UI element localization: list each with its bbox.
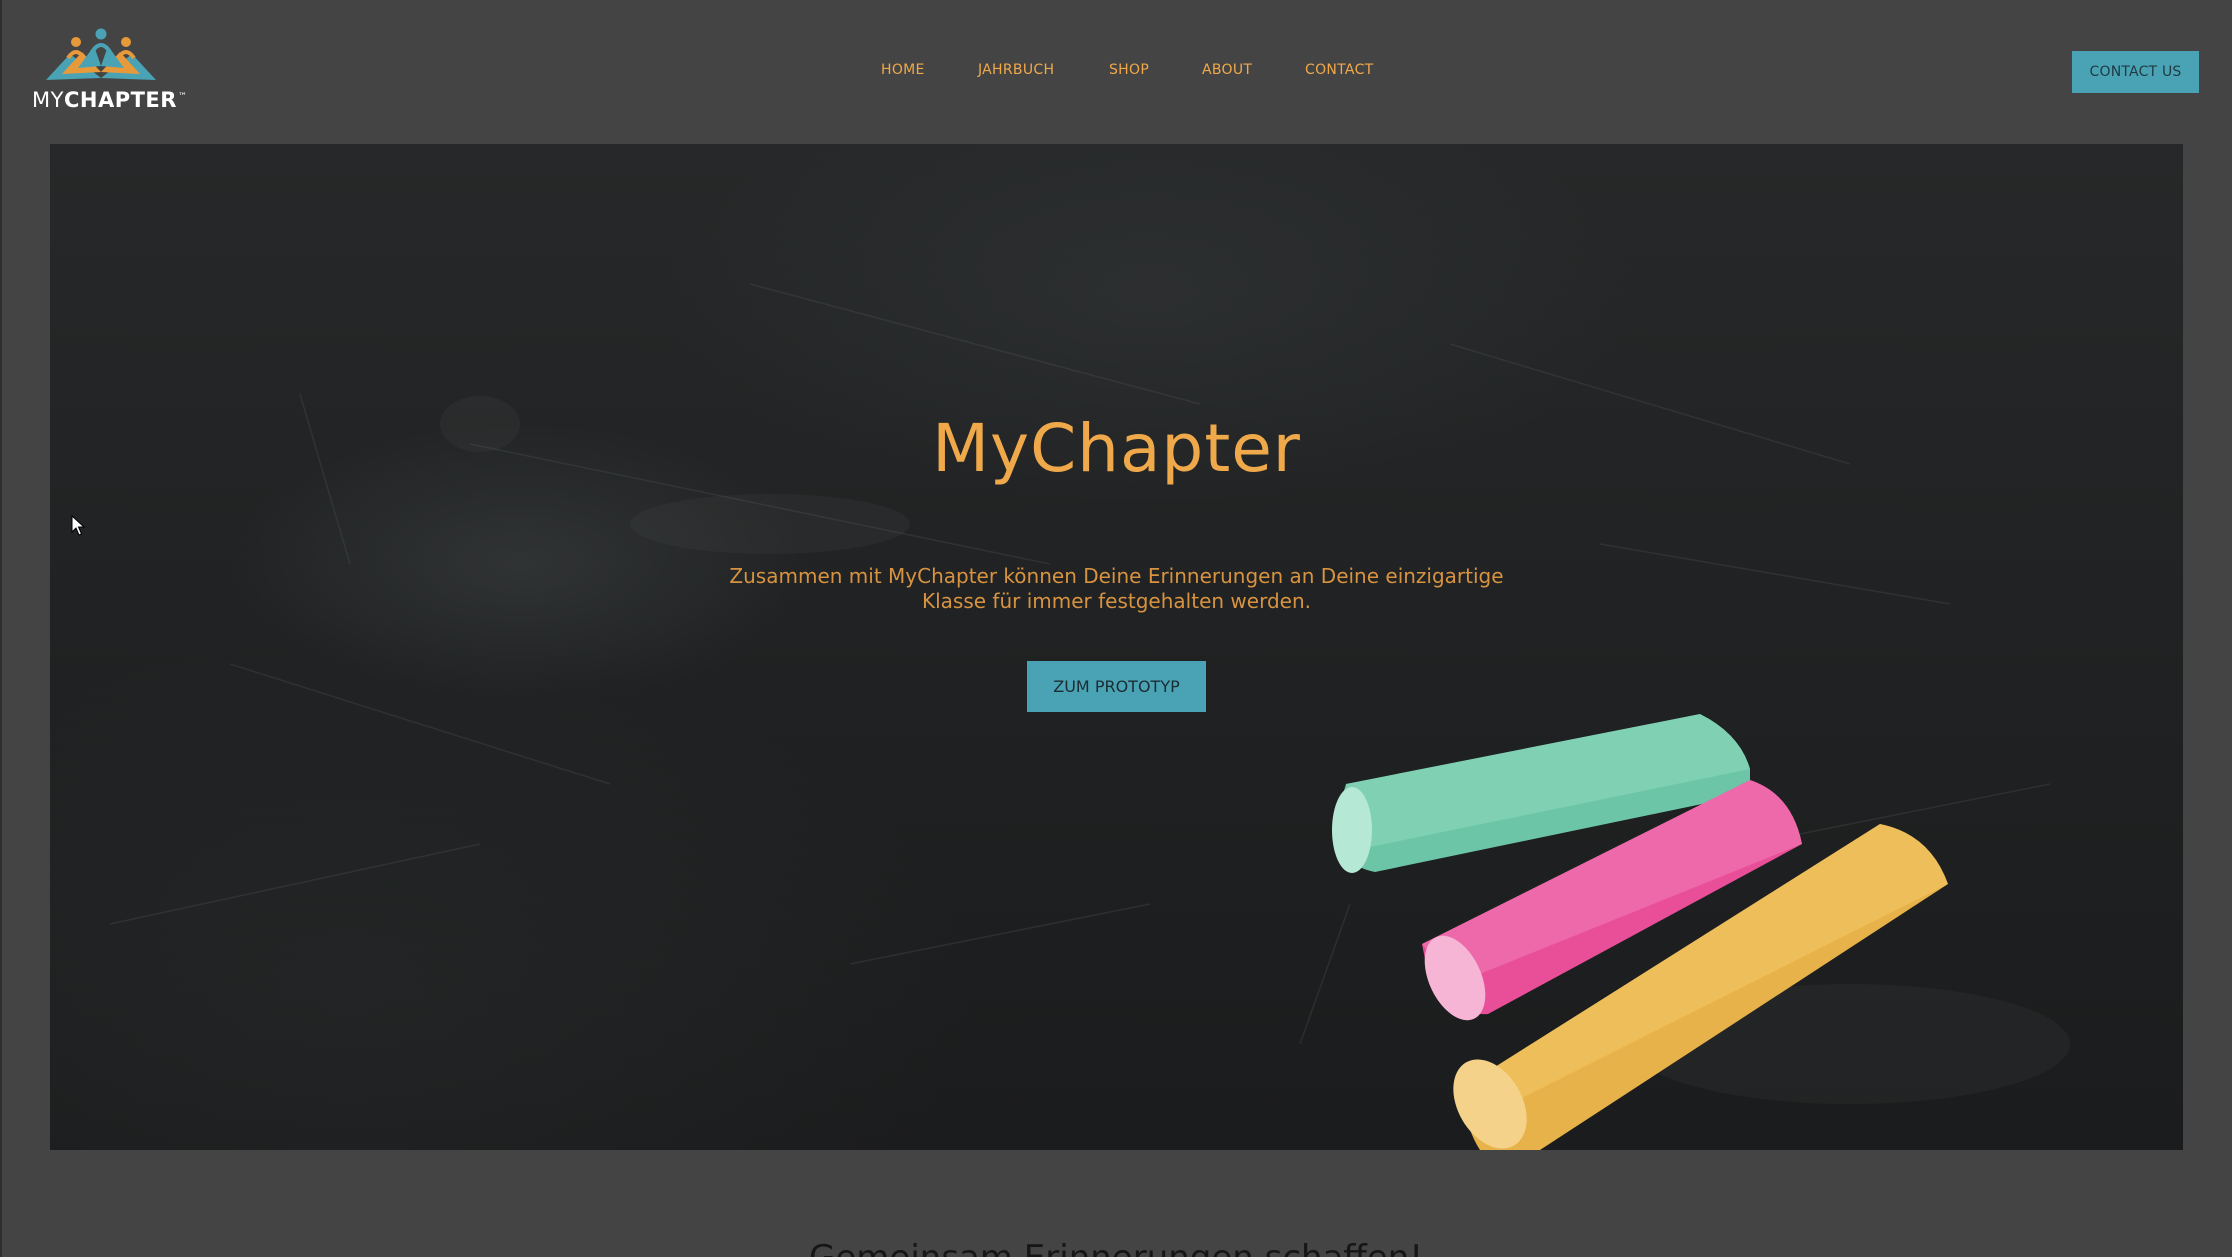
brand-name-light: MY	[32, 88, 64, 112]
brand-name-bold: CHAPTER	[63, 88, 177, 112]
hero-title: MyChapter	[932, 410, 1301, 487]
nav-item-home[interactable]: HOME	[881, 62, 925, 78]
nav-item-about[interactable]: ABOUT	[1202, 62, 1252, 78]
chalk-pieces-image	[1332, 714, 1948, 1150]
prototype-button[interactable]: ZUM PROTOTYP	[1027, 661, 1206, 712]
hero-subtitle-line-1: Zusammen mit MyChapter können Deine Erin…	[729, 564, 1504, 588]
nav-item-shop[interactable]: SHOP	[1109, 62, 1149, 78]
nav-item-contact[interactable]: CONTACT	[1305, 62, 1374, 78]
mouse-pointer-icon	[71, 515, 85, 536]
main-nav: HOME JAHRBUCH SHOP ABOUT CONTACT	[0, 62, 2232, 84]
page: MYCHAPTER™ HOME JAHRBUCH SHOP ABOUT CONT…	[0, 0, 2232, 1260]
contact-us-button[interactable]: CONTACT US	[2072, 51, 2199, 93]
hero-subtitle: Zusammen mit MyChapter können Deine Erin…	[50, 564, 2183, 614]
window-edge	[0, 0, 2, 1260]
nav-item-jahrbuch[interactable]: JAHRBUCH	[978, 62, 1054, 78]
brand-wordmark: MYCHAPTER™	[32, 88, 187, 112]
trademark-symbol: ™	[177, 92, 188, 102]
hero-subtitle-line-2: Klasse für immer festgehalten werden.	[922, 589, 1311, 613]
hero-banner: MyChapter Zusammen mit MyChapter können …	[50, 144, 2183, 1150]
